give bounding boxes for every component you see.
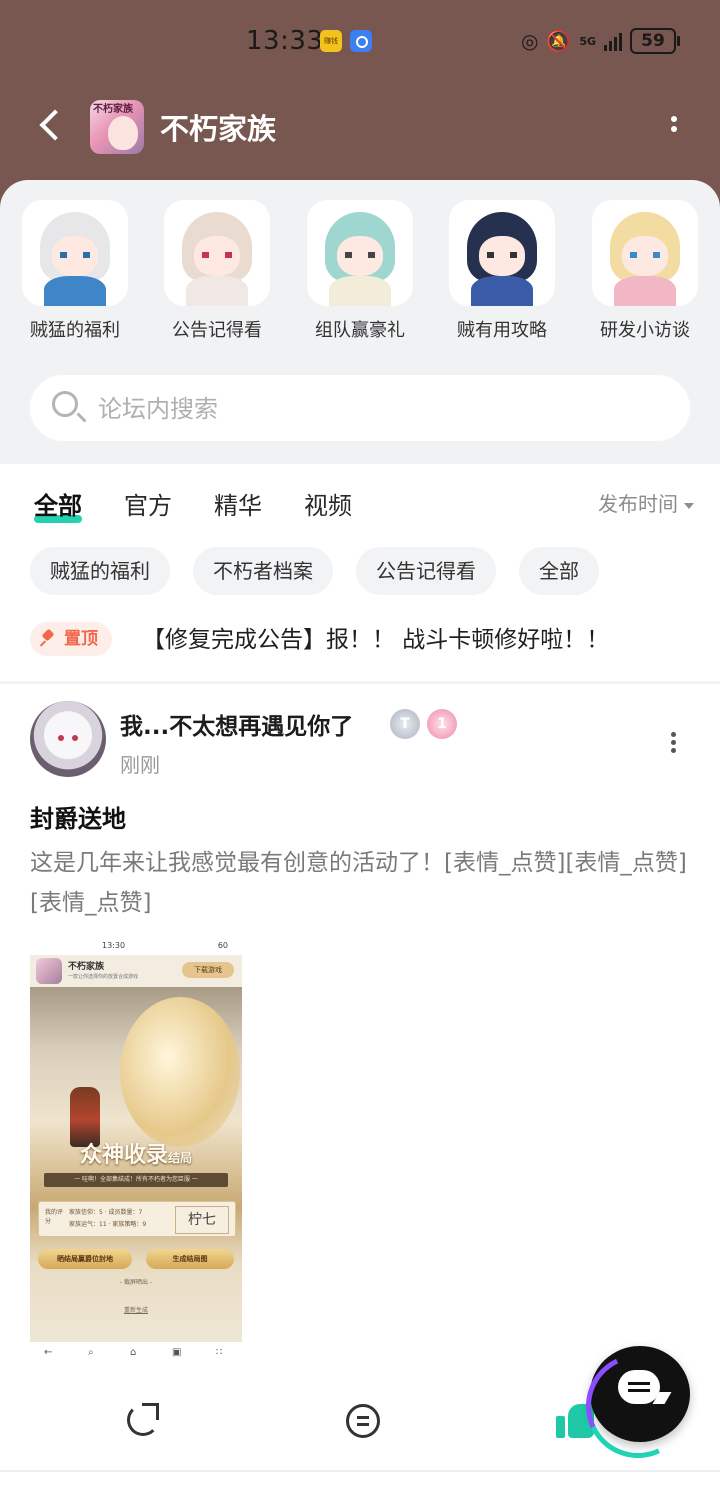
post-more-icon[interactable] xyxy=(668,729,678,753)
post-image[interactable]: 13:30 60 不朽家族 一款让你选择你的放置合成游戏 下载游戏 众神收录结局… xyxy=(30,939,242,1369)
chat-bubble-icon xyxy=(618,1370,660,1404)
more-options-icon[interactable] xyxy=(664,112,684,142)
pin-icon xyxy=(40,630,56,646)
title-bar: 不朽家族 不朽家族 xyxy=(0,96,720,160)
shortcut-label: 研发小访谈 xyxy=(600,320,690,341)
username[interactable]: 我...不太想再遇见你了 xyxy=(120,707,353,741)
tab-official[interactable]: 官方 xyxy=(124,486,172,521)
guide-character-icon xyxy=(449,200,555,306)
post-title[interactable]: 封爵送地 xyxy=(30,799,126,834)
chip-all[interactable]: 全部 xyxy=(519,547,599,595)
team-character-icon xyxy=(307,200,413,306)
comment-icon[interactable] xyxy=(346,1404,380,1438)
image-score-stats: 家族信仰：5 · 成员数量：7 家族运气：11 · 家族策略：9 xyxy=(69,1209,147,1228)
tab-video[interactable]: 视频 xyxy=(304,486,352,521)
image-save-hint: - 截屏晒出 - xyxy=(119,1279,153,1286)
image-generate-button: 生成结局图 xyxy=(146,1249,234,1269)
divider xyxy=(0,681,720,684)
chip-announcements[interactable]: 公告记得看 xyxy=(356,547,496,595)
announcement-character-icon xyxy=(164,200,270,306)
shortcut-label: 组队赢豪礼 xyxy=(315,320,405,341)
image-app-logo xyxy=(36,958,62,984)
shortcut-announcements[interactable]: 公告记得看 xyxy=(152,200,282,342)
shortcut-welfare[interactable]: 贼猛的福利 xyxy=(10,200,140,342)
image-ribbon: 一 哇啊！全部集结成！所有不朽者为您臣服 一 xyxy=(44,1173,228,1187)
image-score-label: 我的评分 xyxy=(45,1209,64,1225)
honor-badge-icon: 1 xyxy=(427,709,457,739)
tab-all[interactable]: 全部 xyxy=(34,486,82,523)
image-app-name: 不朽家族 xyxy=(68,962,105,972)
pinned-title[interactable]: 【修复完成公告】报！！ 战斗卡顿修好啦！！ xyxy=(142,620,609,654)
network-label: 5G xyxy=(579,34,596,48)
image-status-time: 13:30 xyxy=(102,941,126,950)
shortcut-label: 贼猛的福利 xyxy=(30,320,120,341)
image-download-button: 下载游戏 xyxy=(182,962,234,978)
tab-bar: 全部 官方 精华 视频 发布时间 xyxy=(0,470,720,534)
image-nav-bar: ← ⌕ ⌂ ▣ ∷ xyxy=(44,1347,223,1358)
status-bar: 13:33 赚钱 ◎ 🔕 5G 59 xyxy=(0,0,720,86)
shortcut-label: 贼有用攻略 xyxy=(457,320,547,341)
back-arrow-icon[interactable] xyxy=(34,106,74,146)
post-card[interactable]: 我...不太想再遇见你了 T 1 刚刚 封爵送地 这是几年来让我感觉最有创意的活… xyxy=(0,685,720,1469)
mute-bell-icon: 🔕 xyxy=(546,29,572,53)
chip-welfare[interactable]: 贼猛的福利 xyxy=(30,547,170,595)
image-signature: 柠七 xyxy=(175,1206,229,1234)
status-icons: ◎ 🔕 5G 59 xyxy=(520,28,680,54)
image-app-subtitle: 一款让你选择你的放置合成游戏 xyxy=(68,974,139,980)
shortcut-dev-interview[interactable]: 研发小访谈 xyxy=(580,200,710,342)
share-icon[interactable] xyxy=(127,1403,159,1436)
shortcut-row: 贼猛的福利 公告记得看 组队赢豪礼 贼有用攻略 研发小访谈 xyxy=(0,200,720,350)
sort-label: 发布时间 xyxy=(598,492,678,516)
image-score-card: 我的评分 家族信仰：5 · 成员数量：7 家族运气：11 · 家族策略：9 柠七 xyxy=(38,1201,236,1237)
forum-logo-text: 不朽家族 xyxy=(93,104,133,115)
search-bar[interactable] xyxy=(30,375,690,443)
status-time: 13:33 xyxy=(246,26,324,56)
shortcut-team-gifts[interactable]: 组队赢豪礼 xyxy=(295,200,425,342)
post-time: 刚刚 xyxy=(120,753,160,777)
shortcut-label: 公告记得看 xyxy=(172,320,262,341)
interview-character-icon xyxy=(592,200,698,306)
battery-icon: 59 xyxy=(630,28,680,54)
avatar[interactable] xyxy=(30,701,106,777)
search-input[interactable] xyxy=(96,375,660,443)
level-badge-icon: T xyxy=(390,709,420,739)
vibrate-icon: ◎ xyxy=(520,29,539,53)
floating-chat-button[interactable] xyxy=(590,1346,690,1442)
pinned-badge-label: 置顶 xyxy=(64,629,98,649)
pinned-post[interactable]: 置顶 【修复完成公告】报！！ 战斗卡顿修好啦！！ xyxy=(30,620,710,660)
divider xyxy=(0,1470,720,1472)
sort-dropdown[interactable]: 发布时间 xyxy=(598,488,694,517)
search-icon xyxy=(52,391,78,417)
shortcut-guides[interactable]: 贼有用攻略 xyxy=(437,200,567,342)
welfare-character-icon xyxy=(22,200,128,306)
pinned-badge: 置顶 xyxy=(30,622,112,656)
chip-immortal-archive[interactable]: 不朽者档案 xyxy=(193,547,333,595)
notification-app-icon: 赚钱 xyxy=(320,30,342,52)
post-body[interactable]: 这是几年来让我感觉最有创意的活动了！[表情_点赞][表情_点赞][表情_点赞] xyxy=(30,843,690,923)
image-regenerate-link: 重新生成 xyxy=(123,1307,148,1314)
signal-icon xyxy=(604,31,622,51)
image-artwork: 众神收录结局 一 哇啊！全部集结成！所有不朽者为您臣服 一 我的评分 家族信仰：… xyxy=(30,987,242,1342)
caret-down-icon xyxy=(684,502,694,509)
notification-browser-icon xyxy=(350,30,372,52)
image-status-battery: 60 xyxy=(217,941,228,950)
tab-featured[interactable]: 精华 xyxy=(214,486,262,521)
forum-title[interactable]: 不朽家族 xyxy=(160,106,276,148)
image-share-ending-button: 晒结局赢爵位封地 xyxy=(38,1249,132,1269)
image-big-title: 众神收录结局 xyxy=(79,1142,193,1168)
forum-logo[interactable]: 不朽家族 xyxy=(90,100,144,154)
forum-panel: 贼猛的福利 公告记得看 组队赢豪礼 贼有用攻略 研发小访谈 xyxy=(0,180,720,464)
